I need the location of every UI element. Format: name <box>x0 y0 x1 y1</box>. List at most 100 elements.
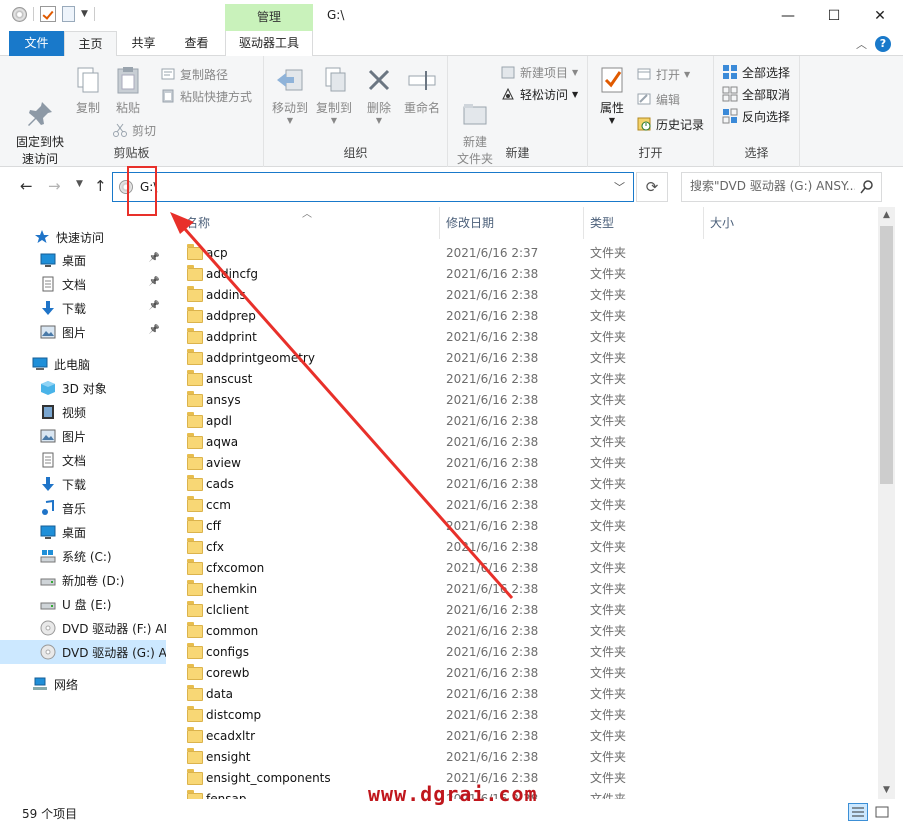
sidebar-item[interactable]: 文档 <box>0 448 166 472</box>
file-row[interactable]: ensight 2021/6/16 2:38 文件夹 <box>166 747 878 768</box>
file-row[interactable]: clclient 2021/6/16 2:38 文件夹 <box>166 600 878 621</box>
up-icon[interactable]: ↑ <box>94 177 107 195</box>
large-icons-view-icon[interactable] <box>872 803 892 821</box>
search-box[interactable] <box>681 172 882 202</box>
file-row[interactable]: acp 2021/6/16 2:37 文件夹 <box>166 243 878 264</box>
column-date-modified[interactable]: 修改日期 <box>440 207 584 239</box>
sidebar-item[interactable]: DVD 驱动器 (G:) A <box>0 640 166 664</box>
sidebar-item[interactable]: 快速访问 <box>0 225 166 249</box>
move-to-button[interactable]: 移动到 ▼ <box>268 64 312 125</box>
sidebar-item[interactable]: 新加卷 (D:) <box>0 568 166 592</box>
sidebar-item[interactable]: 3D 对象 <box>0 376 166 400</box>
tab-home[interactable]: 主页 <box>64 31 117 57</box>
minimize-button[interactable]: — <box>765 0 811 31</box>
address-text[interactable]: G:\ <box>140 180 157 194</box>
scroll-up-icon[interactable]: ▲ <box>878 207 895 224</box>
new-folder-qat-icon[interactable] <box>62 6 75 22</box>
help-icon[interactable]: ? <box>875 36 891 52</box>
file-row[interactable]: aview 2021/6/16 2:38 文件夹 <box>166 453 878 474</box>
file-row[interactable]: configs 2021/6/16 2:38 文件夹 <box>166 642 878 663</box>
file-row[interactable]: aqwa 2021/6/16 2:38 文件夹 <box>166 432 878 453</box>
address-bar[interactable]: G:\ ﹀ <box>112 172 634 202</box>
tab-drive-tools[interactable]: 驱动器工具 <box>225 31 313 56</box>
search-input[interactable] <box>690 179 855 193</box>
maximize-button[interactable]: ☐ <box>811 0 857 31</box>
collapse-ribbon-icon[interactable]: ︿ <box>856 36 867 52</box>
tab-file[interactable]: 文件 <box>9 31 64 56</box>
sidebar-item[interactable]: 此电脑 <box>0 352 166 376</box>
tab-view[interactable]: 查看 <box>170 31 223 56</box>
properties-button[interactable]: 属性 ▼ <box>594 64 630 125</box>
history-button[interactable]: 历史记录 <box>636 114 704 134</box>
new-item-button[interactable]: 新建项目 ▼ <box>500 62 578 82</box>
column-type[interactable]: 类型 <box>584 207 704 239</box>
select-all-button[interactable]: 全部选择 <box>722 62 790 82</box>
sidebar-item[interactable]: 桌面 📌 <box>0 248 166 272</box>
sidebar-item[interactable]: 桌面 <box>0 520 166 544</box>
back-icon[interactable]: ← <box>20 177 33 195</box>
search-icon[interactable] <box>859 179 875 195</box>
file-row[interactable]: distcomp 2021/6/16 2:38 文件夹 <box>166 705 878 726</box>
details-view-icon[interactable] <box>848 803 868 821</box>
refresh-button[interactable]: ⟳ <box>636 172 668 202</box>
select-none-button[interactable]: 全部取消 <box>722 84 790 104</box>
column-name[interactable]: 名称 <box>176 207 440 239</box>
qat-dropdown-icon[interactable]: ▼ <box>81 9 88 19</box>
file-row[interactable]: cfxcomon 2021/6/16 2:38 文件夹 <box>166 558 878 579</box>
pin-icon[interactable]: 📌 <box>149 301 160 311</box>
file-row[interactable]: addincfg 2021/6/16 2:38 文件夹 <box>166 264 878 285</box>
copy-to-button[interactable]: 复制到 ▼ <box>312 64 356 125</box>
file-row[interactable]: ccm 2021/6/16 2:38 文件夹 <box>166 495 878 516</box>
file-row[interactable]: anscust 2021/6/16 2:38 文件夹 <box>166 369 878 390</box>
vertical-scrollbar[interactable]: ▲ ▼ <box>878 207 895 799</box>
file-row[interactable]: addprintgeometry 2021/6/16 2:38 文件夹 <box>166 348 878 369</box>
copy-button[interactable]: 复制 <box>70 64 106 117</box>
cut-button[interactable]: 剪切 <box>112 120 156 140</box>
forward-icon[interactable]: → <box>48 177 61 195</box>
file-row[interactable]: cads 2021/6/16 2:38 文件夹 <box>166 474 878 495</box>
pin-icon[interactable]: 📌 <box>149 277 160 287</box>
file-row[interactable]: addprint 2021/6/16 2:38 文件夹 <box>166 327 878 348</box>
properties-qat-icon[interactable] <box>40 6 56 22</box>
file-row[interactable]: cff 2021/6/16 2:38 文件夹 <box>166 516 878 537</box>
tab-share[interactable]: 共享 <box>117 31 170 56</box>
scroll-down-icon[interactable]: ▼ <box>878 782 895 799</box>
file-row[interactable]: common 2021/6/16 2:38 文件夹 <box>166 621 878 642</box>
recent-locations-icon[interactable]: ▼ <box>76 179 83 189</box>
paste-button[interactable]: 粘贴 <box>110 64 146 117</box>
file-row[interactable]: corewb 2021/6/16 2:38 文件夹 <box>166 663 878 684</box>
sidebar-item[interactable]: U 盘 (E:) <box>0 592 166 616</box>
pin-icon[interactable]: 📌 <box>149 325 160 335</box>
file-row[interactable]: cfx 2021/6/16 2:38 文件夹 <box>166 537 878 558</box>
sidebar-item[interactable]: 系统 (C:) <box>0 544 166 568</box>
edit-button[interactable]: 编辑 <box>636 89 680 109</box>
sidebar-item[interactable]: 视频 <box>0 400 166 424</box>
easy-access-button[interactable]: 轻松访问 ▼ <box>500 84 578 104</box>
file-row[interactable]: chemkin 2021/6/16 2:38 文件夹 <box>166 579 878 600</box>
sidebar-item[interactable]: 图片 <box>0 424 166 448</box>
file-row[interactable]: addins 2021/6/16 2:38 文件夹 <box>166 285 878 306</box>
address-dropdown-icon[interactable]: ﹀ <box>614 179 625 195</box>
sidebar-item[interactable]: 下载 📌 <box>0 296 166 320</box>
invert-selection-button[interactable]: 反向选择 <box>722 106 790 126</box>
sidebar-item[interactable]: DVD 驱动器 (F:) AN <box>0 616 166 640</box>
file-row[interactable]: ansys 2021/6/16 2:38 文件夹 <box>166 390 878 411</box>
pin-icon[interactable]: 📌 <box>149 253 160 263</box>
close-button[interactable]: ✕ <box>857 0 903 31</box>
paste-shortcut-button[interactable]: 粘贴快捷方式 <box>160 86 252 106</box>
sidebar-item[interactable]: 网络 <box>0 672 166 696</box>
sidebar-item[interactable]: 下载 <box>0 472 166 496</box>
delete-button[interactable]: 删除 ▼ <box>362 64 396 125</box>
sidebar-item[interactable]: 音乐 <box>0 496 166 520</box>
sidebar-item[interactable]: 文档 📌 <box>0 272 166 296</box>
column-size[interactable]: 大小 <box>704 207 814 239</box>
file-row[interactable]: apdl 2021/6/16 2:38 文件夹 <box>166 411 878 432</box>
file-row[interactable]: data 2021/6/16 2:38 文件夹 <box>166 684 878 705</box>
open-button[interactable]: 打开 ▼ <box>636 64 690 84</box>
rename-button[interactable]: 重命名 <box>400 64 444 117</box>
sidebar-item[interactable]: 图片 📌 <box>0 320 166 344</box>
scrollbar-thumb[interactable] <box>880 226 893 484</box>
file-row[interactable]: ecadxltr 2021/6/16 2:38 文件夹 <box>166 726 878 747</box>
file-row[interactable]: addprep 2021/6/16 2:38 文件夹 <box>166 306 878 327</box>
copy-path-button[interactable]: 复制路径 <box>160 64 228 84</box>
